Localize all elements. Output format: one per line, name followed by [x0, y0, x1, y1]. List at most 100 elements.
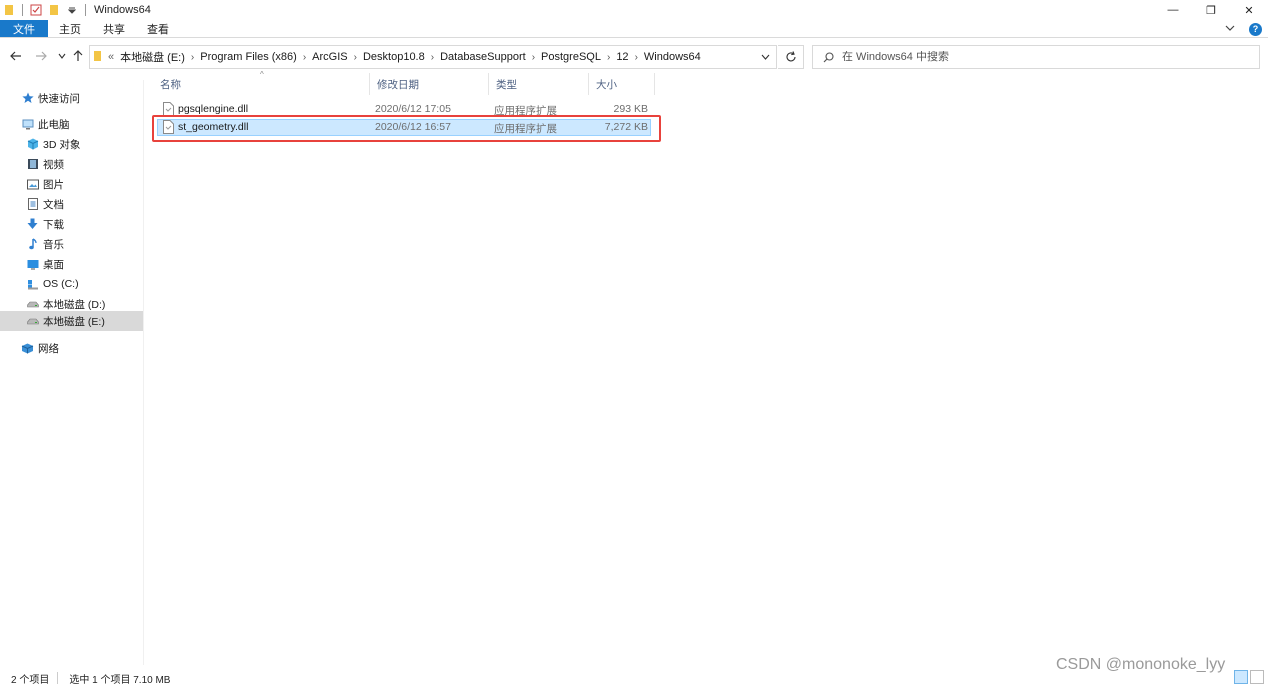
back-button[interactable] — [6, 46, 26, 66]
address-history-button[interactable] — [754, 46, 776, 68]
chevron-right-icon[interactable]: › — [303, 52, 306, 63]
search-input[interactable] — [842, 51, 1242, 63]
file-size: 293 KB — [613, 103, 648, 115]
breadcrumb-overflow[interactable]: « — [108, 51, 114, 63]
drive-icon — [26, 315, 39, 328]
chevron-right-icon[interactable]: › — [191, 52, 194, 63]
sidebar-item-label: 下载 — [43, 218, 64, 231]
video-icon — [26, 158, 39, 171]
sidebar-item-label: 图片 — [43, 178, 64, 191]
sidebar-item-quick-access[interactable]: 快速访问 — [0, 88, 143, 108]
address-bar[interactable]: « 本地磁盘 (E:) › Program Files (x86) › ArcG… — [89, 45, 777, 69]
window-title: Windows64 — [94, 4, 151, 16]
column-header-type[interactable]: 类型 — [489, 73, 589, 95]
music-icon — [26, 238, 39, 251]
sidebar-item-downloads[interactable]: 下载 — [0, 214, 143, 234]
breadcrumb-item[interactable]: 12 — [616, 51, 628, 63]
sidebar-item-os-c[interactable]: OS (C:) — [0, 274, 143, 294]
sidebar-item-music[interactable]: 音乐 — [0, 234, 143, 254]
refresh-icon — [786, 51, 796, 62]
toolbar-divider — [85, 4, 86, 16]
sidebar-item-label: 此电脑 — [38, 118, 70, 131]
drive-icon — [26, 298, 39, 311]
sidebar-item-pictures[interactable]: 图片 — [0, 174, 143, 194]
chevron-down-icon[interactable] — [1225, 23, 1235, 35]
cube-icon — [26, 138, 39, 151]
help-icon[interactable]: ? — [1249, 22, 1262, 36]
network-icon — [21, 342, 34, 355]
close-button[interactable]: ✕ — [1230, 0, 1268, 20]
document-icon — [26, 198, 39, 211]
folder-icon — [94, 50, 102, 65]
chevron-right-icon[interactable]: › — [431, 52, 434, 63]
arrow-left-icon — [10, 51, 21, 61]
sidebar-item-label: 3D 对象 — [43, 138, 81, 151]
sidebar-item-label: 文档 — [43, 198, 64, 211]
highlight-annotation-box — [152, 115, 661, 142]
sidebar-item-label: 音乐 — [43, 238, 64, 251]
chevron-right-icon[interactable]: › — [532, 52, 535, 63]
details-view-icon[interactable] — [1234, 670, 1248, 684]
breadcrumb-item[interactable]: Program Files (x86) — [200, 51, 297, 63]
picture-icon — [26, 178, 39, 191]
dll-file-icon — [163, 102, 174, 116]
ribbon-right-controls: ? — [1225, 20, 1262, 38]
new-folder-icon[interactable] — [47, 3, 61, 17]
chevron-down-icon — [761, 54, 769, 60]
breadcrumb-item[interactable]: PostgreSQL — [541, 51, 601, 63]
search-box[interactable] — [812, 45, 1260, 69]
sidebar-item-this-pc[interactable]: 此电脑 — [0, 114, 143, 134]
computer-icon — [21, 118, 34, 131]
maximize-button[interactable]: ❐ — [1192, 0, 1230, 20]
sidebar-item-desktop[interactable]: 桌面 — [0, 254, 143, 274]
breadcrumb-item[interactable]: Desktop10.8 — [363, 51, 425, 63]
sidebar-item-drive-e[interactable]: 本地磁盘 (E:) — [0, 311, 143, 331]
refresh-button[interactable] — [778, 45, 804, 69]
star-icon — [21, 92, 34, 105]
quick-access-toolbar: Windows64 — [0, 0, 151, 20]
breadcrumb: « 本地磁盘 (E:) › Program Files (x86) › ArcG… — [90, 46, 754, 68]
folder-icon — [2, 3, 16, 17]
status-divider — [57, 672, 59, 684]
breadcrumb-item[interactable]: ArcGIS — [312, 51, 347, 63]
tab-view[interactable]: 查看 — [136, 20, 180, 37]
sidebar-item-label: 快速访问 — [38, 92, 80, 105]
sidebar-item-label: OS (C:) — [43, 278, 79, 290]
customize-dropdown-icon[interactable] — [65, 3, 79, 17]
up-button[interactable] — [68, 46, 88, 66]
column-header-date[interactable]: 修改日期 — [370, 73, 489, 95]
view-switcher — [1234, 670, 1264, 684]
sidebar-item-label: 桌面 — [43, 258, 64, 271]
ribbon-tabs: 文件 主页 共享 查看 ? — [0, 20, 1268, 38]
forward-button[interactable] — [31, 46, 51, 66]
sidebar-item-3d-objects[interactable]: 3D 对象 — [0, 134, 143, 154]
sidebar-item-documents[interactable]: 文档 — [0, 194, 143, 214]
file-date: 2020/6/12 17:05 — [375, 103, 451, 115]
selection-info: 选中 1 个项目 7.10 MB — [69, 674, 171, 686]
tab-share[interactable]: 共享 — [92, 20, 136, 37]
download-icon — [26, 218, 39, 231]
tab-file[interactable]: 文件 — [0, 20, 48, 37]
sidebar-item-label: 视频 — [43, 158, 64, 171]
properties-icon[interactable] — [29, 3, 43, 17]
item-count: 2 个项目 — [11, 674, 50, 686]
chevron-right-icon[interactable]: › — [354, 52, 357, 63]
sidebar-item-videos[interactable]: 视频 — [0, 154, 143, 174]
sidebar-item-label: 本地磁盘 (D:) — [43, 298, 106, 311]
minimize-button[interactable]: — — [1154, 0, 1192, 20]
sidebar-item-label: 网络 — [38, 342, 59, 355]
arrow-up-icon — [73, 50, 83, 61]
search-icon — [823, 51, 834, 62]
column-header-name[interactable]: 名称 — [153, 73, 370, 95]
chevron-right-icon[interactable]: › — [635, 52, 638, 63]
column-header-size[interactable]: 大小 — [589, 73, 655, 95]
breadcrumb-item[interactable]: 本地磁盘 (E:) — [120, 49, 185, 65]
large-icons-view-icon[interactable] — [1250, 670, 1264, 684]
breadcrumb-item-current[interactable]: Windows64 — [644, 51, 701, 63]
chevron-right-icon[interactable]: › — [607, 52, 610, 63]
file-name: pgsqlengine.dll — [178, 103, 249, 115]
sidebar-item-network[interactable]: 网络 — [0, 338, 143, 358]
navigation-pane: 快速访问 此电脑 3D 对象 视频 图片 文档 下载 音乐 桌面 OS (C:)… — [0, 80, 144, 665]
breadcrumb-item[interactable]: DatabaseSupport — [440, 51, 526, 63]
tab-home[interactable]: 主页 — [48, 20, 92, 37]
